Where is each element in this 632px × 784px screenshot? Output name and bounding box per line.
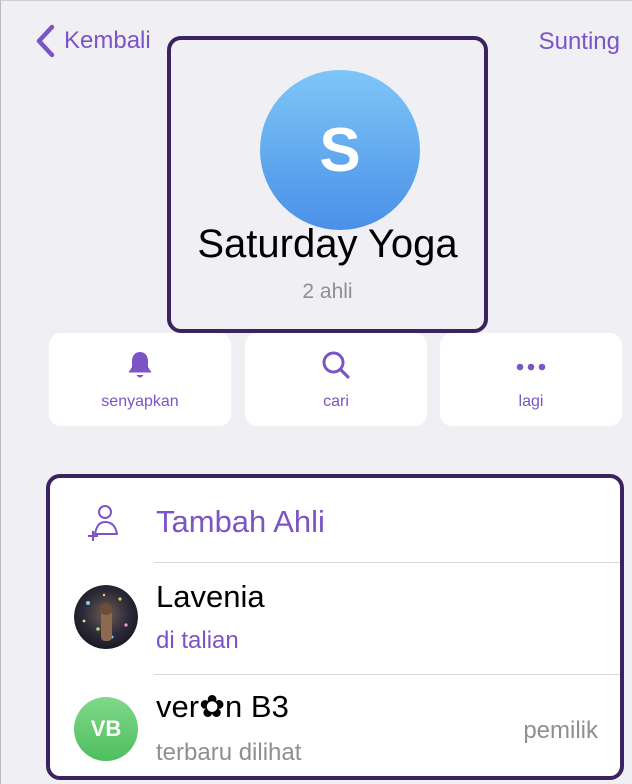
member-initials: VB bbox=[90, 716, 122, 741]
search-icon bbox=[322, 351, 350, 379]
member-status: terbaru dilihat bbox=[156, 739, 302, 766]
member-avatar bbox=[74, 585, 138, 649]
member-row[interactable]: VB ver✿n B3 terbaru dilihat pemilik bbox=[50, 675, 620, 776]
search-button[interactable]: cari bbox=[245, 333, 427, 426]
more-button[interactable]: lagi bbox=[440, 333, 622, 426]
member-name: ver✿n B3 bbox=[156, 689, 289, 724]
add-person-icon bbox=[88, 505, 118, 541]
member-status: di talian bbox=[156, 627, 239, 654]
back-label: Kembali bbox=[64, 27, 151, 54]
group-avatar[interactable]: S bbox=[260, 70, 420, 230]
member-row[interactable]: Lavenia di talian bbox=[50, 563, 620, 674]
back-button[interactable]: Kembali bbox=[34, 24, 151, 58]
more-label: lagi bbox=[518, 393, 544, 410]
member-name: Lavenia bbox=[156, 579, 265, 614]
add-member-row[interactable]: Tambah Ahli bbox=[50, 478, 620, 562]
member-avatar: VB bbox=[74, 697, 138, 761]
mute-button[interactable]: senyapkan bbox=[49, 333, 231, 426]
search-label: cari bbox=[323, 393, 349, 410]
edit-button[interactable]: Sunting bbox=[539, 28, 620, 56]
more-icon bbox=[516, 363, 546, 371]
members-list: Tambah Ahli Lavenia di talian VB ver✿n B… bbox=[46, 474, 624, 780]
group-avatar-letter: S bbox=[319, 115, 361, 185]
chevron-left-icon bbox=[36, 24, 55, 58]
group-profile: S Saturday Yoga 2 ahli bbox=[167, 36, 488, 333]
member-count: 2 ahli bbox=[302, 280, 353, 303]
bell-icon bbox=[128, 352, 152, 378]
mute-label: senyapkan bbox=[101, 393, 179, 410]
group-title: Saturday Yoga bbox=[197, 222, 458, 266]
owner-badge: pemilik bbox=[523, 717, 598, 744]
add-member-label: Tambah Ahli bbox=[156, 504, 325, 539]
